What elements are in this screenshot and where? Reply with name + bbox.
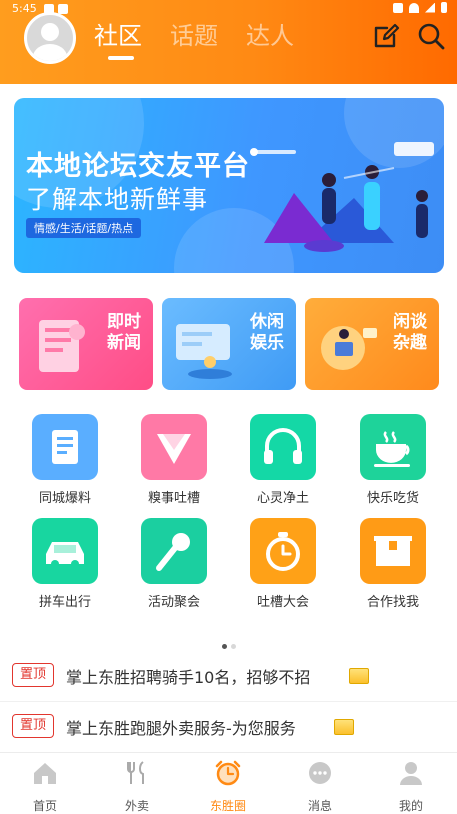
- grid-item-cooperation[interactable]: 合作找我: [348, 518, 438, 618]
- card-news-label: 即时新闻: [107, 312, 141, 353]
- edit-icon[interactable]: [372, 22, 400, 50]
- grid-label: 同城爆料: [38, 491, 91, 506]
- banner-subtitle: 了解本地新鲜事: [26, 185, 209, 214]
- app-screen: 5:45 社区 话题 达人 本地论坛交友平台 了解本地新鲜事 情感/生活/话题/…: [0, 0, 457, 814]
- grid-item-carpool[interactable]: 拼车出行: [20, 518, 110, 618]
- stopwatch-icon: [250, 518, 316, 584]
- tab-topics[interactable]: 话题: [170, 16, 218, 51]
- grid-label: 拼车出行: [38, 595, 91, 610]
- vibrate-icon: [393, 2, 403, 13]
- nav-takeout[interactable]: 外卖: [101, 759, 173, 813]
- nav-label: 我的: [398, 799, 423, 813]
- list-item[interactable]: 置顶 掌上东胜招聘骑手10名，招够不招: [0, 652, 457, 702]
- nav-label: 消息: [307, 799, 332, 813]
- header: 5:45 社区 话题 达人: [0, 0, 457, 84]
- bottom-nav: 首页 外卖 东胜圈 消息 我的: [0, 752, 457, 814]
- nav-label: 首页: [32, 799, 57, 813]
- diamond-icon: [141, 414, 207, 480]
- page-dot: [230, 644, 236, 649]
- card-leisure[interactable]: 休闲娱乐: [162, 298, 296, 390]
- grid-label: 吐槽大会: [256, 595, 309, 610]
- image-icon: [349, 668, 369, 684]
- news-illustration-icon: [39, 320, 85, 372]
- cup-icon: [360, 414, 426, 480]
- box-icon: [360, 518, 426, 584]
- message-icon: [309, 762, 331, 784]
- microphone-icon: [141, 518, 207, 584]
- alarm-clock-icon: [215, 760, 241, 786]
- tab-community[interactable]: 社区: [94, 16, 142, 60]
- search-icon[interactable]: [417, 22, 445, 50]
- grid-label: 糗事吐槽: [147, 491, 200, 506]
- grid-label: 活动聚会: [147, 595, 200, 610]
- nav-messages[interactable]: 消息: [284, 759, 356, 813]
- news-title: 掌上东胜跑腿外卖服务-为您服务: [66, 719, 296, 738]
- pinned-badge: 置顶: [12, 714, 54, 738]
- banner-tags: 情感/生活/话题/热点: [26, 218, 142, 238]
- grid-label: 快乐吃货: [366, 491, 419, 506]
- news-title: 掌上东胜招聘骑手10名，招够不招: [66, 668, 311, 687]
- user-icon: [400, 762, 422, 785]
- nav-label: 东胜圈: [209, 799, 246, 813]
- leisure-illustration-icon: [176, 324, 232, 379]
- chat-illustration-icon: [321, 326, 377, 370]
- grid-label: 心灵净土: [256, 491, 309, 506]
- promo-banner[interactable]: 本地论坛交友平台 了解本地新鲜事 情感/生活/话题/热点: [14, 98, 444, 273]
- headphones-icon: [250, 414, 316, 480]
- news-icon: [32, 414, 98, 480]
- image-icon: [334, 719, 354, 735]
- wifi-icon: [409, 2, 419, 13]
- page-indicator: [0, 634, 457, 653]
- grid-item-events[interactable]: 活动聚会: [129, 518, 219, 618]
- grid-label: 合作找我: [366, 595, 419, 610]
- card-chat-label: 闲谈杂趣: [393, 312, 427, 353]
- battery-icon: [441, 2, 447, 13]
- nav-label: 外卖: [124, 799, 149, 813]
- header-tabs: 社区 话题 达人: [94, 16, 294, 60]
- grid-item-foodie[interactable]: 快乐吃货: [348, 414, 438, 514]
- page-dot-active: [221, 644, 227, 649]
- card-chat[interactable]: 闲谈杂趣: [305, 298, 439, 390]
- pinned-badge: 置顶: [12, 663, 54, 687]
- nav-dongsheng-circle[interactable]: 东胜圈: [192, 759, 264, 813]
- signal-icon: [425, 2, 435, 13]
- status-time: 5:45: [12, 2, 37, 15]
- grid-item-roast-show[interactable]: 吐槽大会: [238, 518, 328, 618]
- banner-title: 本地论坛交友平台: [26, 151, 250, 182]
- list-item[interactable]: 置顶 掌上东胜跑腿外卖服务-为您服务: [0, 703, 457, 753]
- banner-illustration: [250, 142, 434, 252]
- grid-item-local-news[interactable]: 同城爆料: [20, 414, 110, 514]
- card-news[interactable]: 即时新闻: [19, 298, 153, 390]
- card-leisure-label: 休闲娱乐: [250, 312, 284, 353]
- tab-experts[interactable]: 达人: [246, 16, 294, 51]
- cutlery-icon: [127, 761, 144, 784]
- nav-home[interactable]: 首页: [9, 759, 81, 813]
- grid-item-roast[interactable]: 糗事吐槽: [129, 414, 219, 514]
- nav-profile[interactable]: 我的: [375, 759, 447, 813]
- car-icon: [32, 518, 98, 584]
- grid-item-soul[interactable]: 心灵净土: [238, 414, 328, 514]
- home-icon: [34, 763, 56, 784]
- notification-icon: [58, 4, 68, 14]
- avatar[interactable]: [24, 12, 76, 64]
